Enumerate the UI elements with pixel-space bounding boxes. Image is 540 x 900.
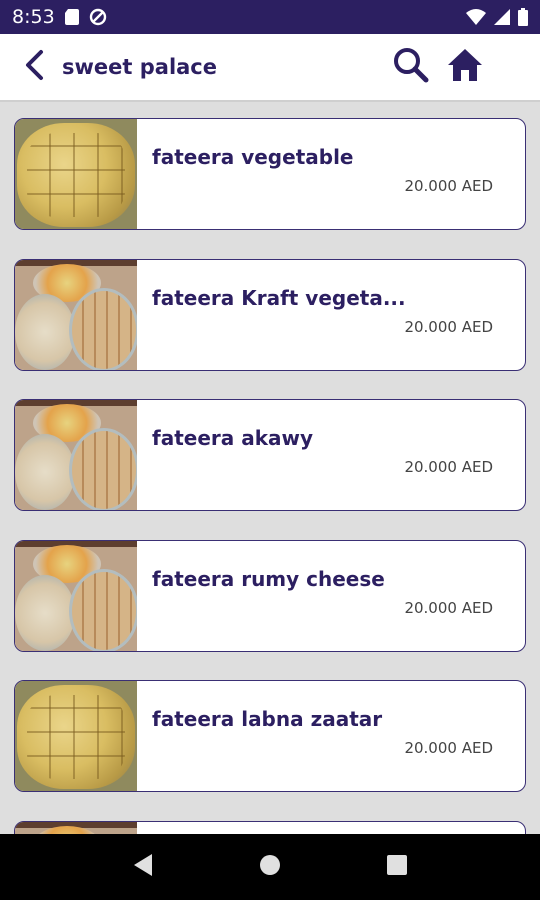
status-time: 8:53 bbox=[12, 6, 55, 28]
product-price: 20.000 AED bbox=[404, 317, 493, 336]
product-list: fateera vegetable 20.000 AED fateera Kraft… bbox=[0, 104, 540, 834]
signal-icon bbox=[494, 9, 510, 25]
product-price: 20.000 AED bbox=[404, 458, 493, 477]
product-image bbox=[15, 259, 137, 370]
chevron-left-icon bbox=[23, 49, 45, 86]
back-button[interactable] bbox=[10, 43, 58, 91]
product-name: fateera rumy cheese bbox=[152, 566, 385, 591]
system-nav-bar bbox=[0, 834, 540, 900]
product-info: fateera Kraft vegeta... 20.000 AED bbox=[137, 260, 525, 370]
status-left: 8:53 bbox=[12, 6, 107, 28]
product-image bbox=[15, 400, 137, 511]
nav-recents-button[interactable] bbox=[373, 843, 421, 891]
search-icon bbox=[393, 47, 429, 88]
product-card[interactable]: fateera vegetable 20.000 AED bbox=[14, 118, 526, 230]
battery-icon bbox=[518, 8, 528, 26]
product-info: fateera akawy 20.000 AED bbox=[137, 400, 525, 510]
product-price: 20.000 AED bbox=[404, 177, 493, 195]
product-card-partial[interactable] bbox=[14, 820, 526, 834]
product-info: fateera labna zaatar 20.000 AED bbox=[137, 681, 525, 791]
data-saver-icon bbox=[89, 8, 107, 26]
product-card[interactable]: fateera rumy cheese 20.000 AED bbox=[14, 539, 526, 652]
page-title: sweet palace bbox=[62, 55, 217, 79]
sd-card-icon bbox=[64, 9, 79, 25]
product-info: fateera vegetable 20.000 AED bbox=[137, 119, 525, 229]
product-price: 20.000 AED bbox=[404, 739, 493, 758]
search-button[interactable] bbox=[390, 46, 432, 88]
product-image bbox=[15, 540, 137, 651]
status-bar: 8:53 bbox=[0, 0, 540, 34]
product-image bbox=[15, 821, 137, 834]
product-name: fateera vegetable bbox=[152, 145, 354, 169]
product-price: 20.000 AED bbox=[404, 598, 493, 617]
square-recents-icon bbox=[386, 854, 408, 881]
app-actions bbox=[390, 46, 486, 88]
home-icon bbox=[446, 47, 484, 88]
product-card[interactable]: fateera Kraft vegeta... 20.000 AED bbox=[14, 258, 526, 371]
nav-home-button[interactable] bbox=[246, 843, 294, 891]
product-info: fateera rumy cheese 20.000 AED bbox=[137, 541, 525, 651]
nav-back-button[interactable] bbox=[119, 843, 167, 891]
product-name: fateera Kraft vegeta... bbox=[152, 285, 406, 310]
product-image bbox=[15, 681, 137, 792]
product-card[interactable]: fateera akawy 20.000 AED bbox=[14, 399, 526, 512]
product-name: fateera labna zaatar bbox=[152, 707, 383, 732]
product-card[interactable]: fateera labna zaatar 20.000 AED bbox=[14, 680, 526, 793]
circle-home-icon bbox=[259, 854, 281, 881]
status-right bbox=[466, 8, 528, 26]
product-image bbox=[15, 119, 137, 229]
app-bar: sweet palace bbox=[0, 34, 540, 102]
product-info bbox=[137, 822, 525, 834]
product-name: fateera akawy bbox=[152, 426, 314, 451]
triangle-back-icon bbox=[132, 853, 154, 882]
wifi-icon bbox=[466, 9, 486, 25]
home-button[interactable] bbox=[444, 46, 486, 88]
